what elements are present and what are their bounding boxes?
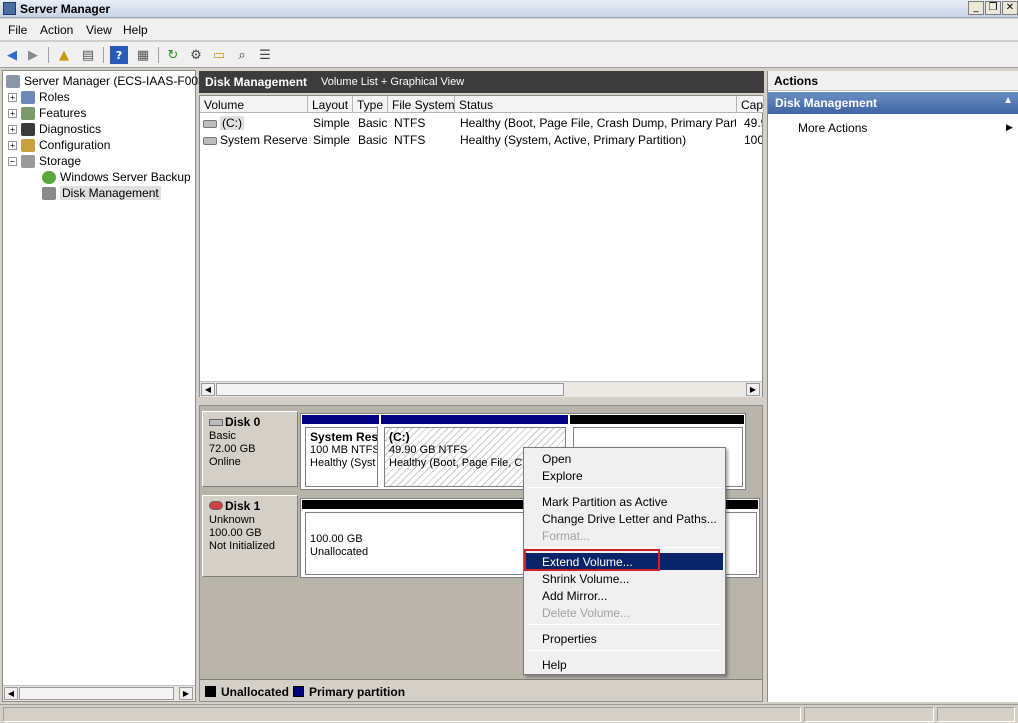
collapse-triangle-icon[interactable]: ▲ [1003, 95, 1013, 106]
properties-pane-icon[interactable]: ▦ [134, 46, 152, 64]
scroll-right-icon[interactable]: ▶ [746, 383, 760, 396]
status-cell-main [3, 707, 801, 722]
menu-action[interactable]: Action [40, 23, 73, 37]
tree-item-features[interactable]: + Features [8, 105, 86, 121]
legend-unallocated-swatch [205, 686, 216, 697]
storage-icon [21, 154, 35, 168]
tree-item-diagnostics[interactable]: + Diagnostics [8, 121, 101, 137]
disk-error-icon [209, 501, 223, 510]
volume-list-horizontal-scrollbar[interactable]: ◀ ▶ [200, 381, 762, 397]
open-folder-icon[interactable]: ▭ [210, 46, 228, 64]
scroll-left-icon[interactable]: ◀ [4, 687, 18, 700]
tree-root[interactable]: Server Manager (ECS-IAAS-F00373 [6, 73, 218, 89]
menu-view[interactable]: View [86, 23, 112, 37]
actions-pane: Actions Disk Management ▲ More Actions ▶ [767, 71, 1018, 702]
back-arrow-icon[interactable]: ◀ [3, 46, 21, 64]
tree-horizontal-scrollbar[interactable]: ◀ ▶ [3, 685, 195, 701]
center-subtitle: Volume List + Graphical View [321, 76, 465, 88]
diagnostics-icon [21, 122, 35, 136]
status-cell-3 [937, 707, 1015, 722]
menu-bar: File Action View Help [0, 19, 1018, 41]
expand-icon[interactable]: + [8, 108, 17, 118]
server-manager-icon [3, 2, 16, 15]
menu-item-help[interactable]: Help [526, 656, 723, 673]
features-icon [21, 106, 35, 120]
menu-item-explore[interactable]: Explore [526, 467, 723, 484]
scrollbar-thumb[interactable] [216, 383, 564, 396]
minimize-button[interactable]: _ [968, 1, 984, 15]
column-header-file-system[interactable]: File System [388, 96, 455, 113]
tree-item-configuration[interactable]: + Configuration [8, 137, 110, 153]
menu-item-change-drive-letter[interactable]: Change Drive Letter and Paths... [526, 510, 723, 527]
menu-item-shrink-volume[interactable]: Shrink Volume... [526, 570, 723, 587]
partition-system-reserved[interactable]: System Res 100 MB NTFS Healthy (Syst [305, 427, 378, 487]
menu-item-properties[interactable]: Properties [526, 630, 723, 647]
help-icon[interactable]: ? [110, 46, 128, 64]
expand-icon[interactable]: + [8, 92, 17, 102]
expand-icon[interactable]: + [8, 140, 17, 150]
tree-item-disk-management[interactable]: Disk Management [42, 185, 161, 201]
menu-item-format: Format... [542, 529, 591, 543]
maximize-button[interactable]: ❐ [985, 1, 1001, 15]
volume-icon [203, 136, 217, 145]
menu-file[interactable]: File [8, 23, 27, 37]
menu-help[interactable]: Help [123, 23, 148, 37]
status-bar [0, 704, 1018, 723]
more-actions-item[interactable]: More Actions [798, 121, 867, 135]
legend-primary-swatch [293, 686, 304, 697]
backup-icon [42, 170, 56, 184]
tree-item-roles[interactable]: + Roles [8, 89, 70, 105]
highlight-box [524, 549, 660, 571]
column-header-type[interactable]: Type [353, 96, 388, 113]
column-header-status[interactable]: Status [455, 96, 737, 113]
actions-section-disk-management[interactable]: Disk Management ▲ [768, 92, 1018, 114]
scroll-right-icon[interactable]: ▶ [179, 687, 193, 700]
status-cell-2 [804, 707, 934, 722]
volume-icon [203, 119, 217, 128]
roles-icon [21, 90, 35, 104]
expand-icon[interactable]: + [8, 124, 17, 134]
show-hide-tree-icon[interactable]: ▤ [79, 46, 97, 64]
column-header-volume[interactable]: Volume [200, 96, 308, 113]
disk-management-icon [42, 186, 56, 200]
disk-icon [209, 419, 223, 426]
collapse-icon[interactable]: − [8, 156, 17, 166]
search-icon[interactable]: ⌕ [233, 46, 251, 64]
forward-arrow-icon[interactable]: ▶ [24, 46, 42, 64]
server-icon [6, 74, 20, 88]
window-title: Server Manager [20, 2, 111, 16]
console-tree: Server Manager (ECS-IAAS-F00373 + Roles … [2, 70, 218, 702]
configuration-icon [21, 138, 35, 152]
submenu-arrow-icon: ▶ [1006, 122, 1013, 132]
disk-1-info[interactable]: Disk 1 Unknown 100.00 GB Not Initialized [202, 495, 298, 577]
title-bar: Server Manager _ ❐ ✕ [0, 0, 1018, 18]
center-header: Disk Management Volume List + Graphical … [199, 71, 764, 93]
tree-item-storage[interactable]: − Storage [8, 153, 81, 169]
column-header-layout[interactable]: Layout [308, 96, 353, 113]
close-button[interactable]: ✕ [1002, 1, 1018, 15]
tree-item-windows-server-backup[interactable]: Windows Server Backup [42, 169, 191, 185]
toolbar: ◀ ▶ ▲ ▤ ? ▦ ↻ ⚙ ▭ ⌕ ☰ [0, 42, 1018, 68]
menu-item-add-mirror[interactable]: Add Mirror... [526, 587, 723, 604]
center-title: Disk Management [205, 75, 308, 89]
volume-list: Volume Layout Type File System Status Ca… [199, 95, 764, 397]
settings-icon[interactable]: ⚙ [187, 46, 205, 64]
scroll-left-icon[interactable]: ◀ [201, 383, 215, 396]
menu-item-mark-active[interactable]: Mark Partition as Active [526, 493, 723, 510]
legend: Unallocated Primary partition [200, 679, 762, 701]
refresh-icon[interactable]: ↻ [164, 46, 182, 64]
menu-item-delete-volume: Delete Volume... [542, 606, 631, 620]
column-header-capacity[interactable]: Cap [737, 96, 764, 113]
disk-0-info[interactable]: Disk 0 Basic 72.00 GB Online [202, 411, 298, 487]
actions-title: Actions [768, 71, 1018, 91]
list-icon[interactable]: ☰ [256, 46, 274, 64]
scrollbar-thumb[interactable] [19, 687, 174, 700]
menu-item-open[interactable]: Open [526, 450, 723, 467]
up-folder-icon[interactable]: ▲ [55, 46, 73, 64]
